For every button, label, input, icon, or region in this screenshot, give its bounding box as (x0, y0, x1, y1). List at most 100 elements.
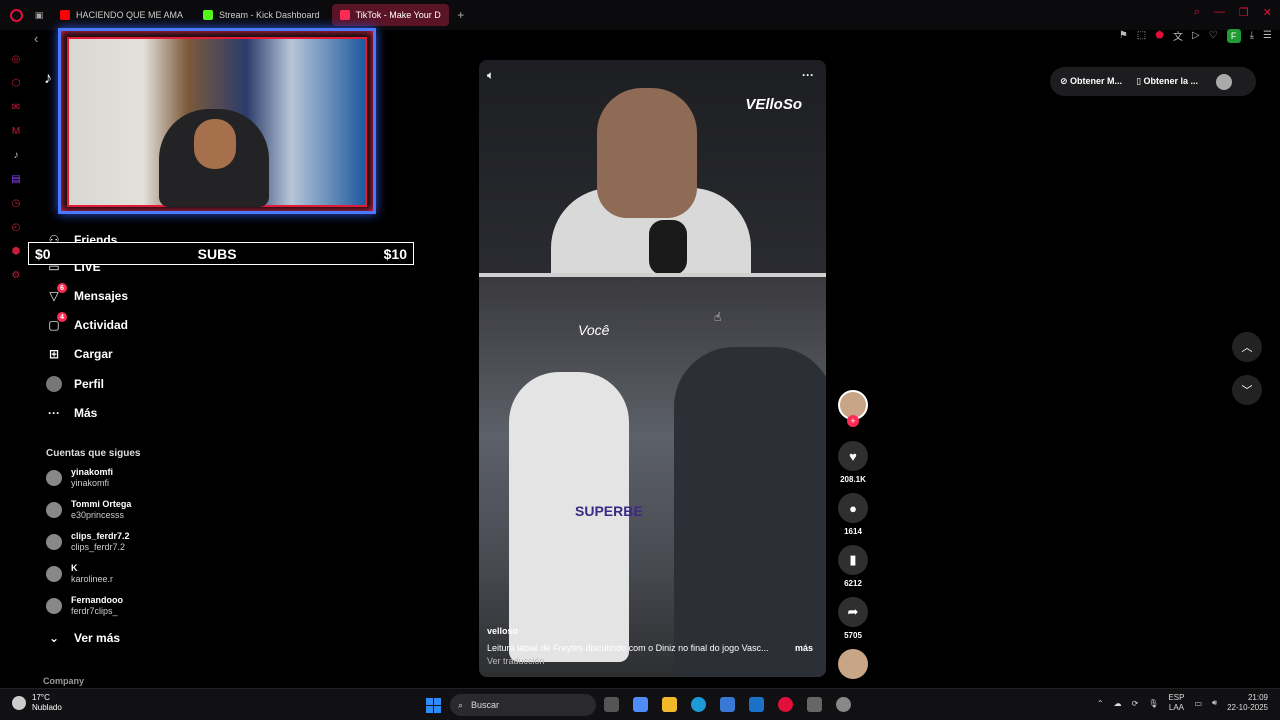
see-more-button[interactable]: ⌄ Ver más (46, 628, 206, 648)
nav-upload[interactable]: ⊞ Cargar (46, 344, 206, 364)
video-author[interactable]: velloso (487, 626, 518, 636)
save-button[interactable]: ▮ 6212 (836, 545, 870, 588)
nav-messages[interactable]: ▽ 6 Mensajes (46, 283, 206, 306)
play-icon[interactable]: ▷ (1192, 30, 1200, 41)
app-icon[interactable] (749, 697, 764, 712)
opera-taskbar-icon[interactable] (778, 697, 793, 712)
get-coins-link[interactable]: ⊘ Obtener M... (1060, 76, 1122, 87)
sound-avatar[interactable] (836, 649, 870, 679)
tab-favicon-icon (60, 10, 70, 20)
taskbar-search[interactable]: ⌕ Buscar (450, 694, 596, 716)
browser-tab[interactable]: TikTok - Make Your D (331, 4, 449, 26)
avatar (46, 534, 62, 550)
like-button[interactable]: ♥ 208.1K (836, 441, 870, 484)
translate-icon[interactable]: 文 (1173, 28, 1183, 43)
follow-plus-icon[interactable]: + (847, 415, 859, 427)
nav-label: Más (74, 406, 98, 420)
tab-list-icon[interactable]: ▣ (32, 8, 46, 22)
app2-icon[interactable] (807, 697, 822, 712)
previous-video-button[interactable]: ︿ (1232, 332, 1262, 362)
nav-label: Cargar (74, 347, 113, 361)
window-controls: ⌕ — ❐ ✕ (1194, 6, 1272, 19)
weather-widget[interactable]: 17°C Nublado (12, 693, 62, 713)
company-link[interactable]: Company (43, 676, 84, 686)
following-account[interactable]: Tommi Ortega e30princesss (46, 498, 131, 522)
tiktok-logo[interactable]: ♪ (44, 70, 52, 88)
app3-icon[interactable] (836, 697, 851, 712)
twitch-icon[interactable]: ▤ (9, 172, 23, 186)
clock-icon[interactable]: ◴ (9, 220, 23, 234)
subs-goal-bar: $0 SUBS $10 (28, 242, 414, 265)
minimize-icon[interactable]: — (1214, 6, 1225, 19)
display-icon[interactable]: ▭ (1194, 699, 1202, 708)
creator-avatar[interactable]: + (836, 390, 870, 427)
following-account[interactable]: yinakomfi yinakomfi (46, 466, 113, 490)
share-button[interactable]: ➦ 5705 (836, 597, 870, 640)
onedrive-icon[interactable]: ☁ (1114, 699, 1122, 708)
download-icon[interactable]: ⤓ (1250, 30, 1254, 41)
lang-code: ESP (1168, 693, 1185, 702)
file-explorer-icon[interactable] (662, 697, 677, 712)
tiktok-sidebar-icon[interactable]: ♪ (9, 148, 23, 162)
description-more-link[interactable]: más (795, 643, 813, 653)
video-top-panel: VElloSo (479, 60, 826, 278)
nav-activity[interactable]: ▢ 4 Actividad (46, 312, 206, 335)
chevron-up-icon[interactable]: ⌃ (1097, 699, 1104, 708)
jersey-sponsor: SUPERBE (575, 503, 643, 519)
search-tabs-icon[interactable]: ⌕ (1194, 6, 1200, 19)
video-description: Leitura labial de Freytes discutindo com… (487, 643, 769, 653)
volume-icon[interactable]: 🔊︎ (1212, 698, 1217, 708)
following-header: Cuentas que sigues (46, 448, 141, 459)
pill-label: Obtener M... (1070, 76, 1123, 86)
weather-condition: Nublado (32, 703, 62, 712)
following-account[interactable]: Kkarolinee.r (46, 562, 113, 586)
clock[interactable]: 21:09 22-10-2025 (1227, 693, 1268, 713)
edge-icon[interactable] (691, 697, 706, 712)
shield-icon[interactable]: ⬟ (1155, 30, 1164, 41)
workspaces-icon[interactable]: ⬡ (9, 76, 23, 90)
aria-icon[interactable]: ◎ (9, 52, 23, 66)
menu-icon[interactable]: ☰ (1263, 30, 1272, 41)
restore-icon[interactable]: ❐ (1239, 6, 1249, 19)
history-icon[interactable]: ◷ (9, 196, 23, 210)
browser-tab[interactable]: HACIENDO QUE ME AMA (52, 4, 191, 26)
mic-icon[interactable]: 🎙︎ (1148, 699, 1158, 708)
copilot-icon[interactable] (633, 697, 648, 712)
subs-label: SUBS (197, 245, 237, 262)
close-icon[interactable]: ✕ (1263, 6, 1272, 19)
user-avatar[interactable] (1216, 73, 1233, 90)
store-icon[interactable] (720, 697, 735, 712)
gmail-icon[interactable]: M (9, 124, 23, 138)
task-view-icon[interactable] (604, 697, 619, 712)
get-app-link[interactable]: ▯ Obtener la ... (1136, 76, 1198, 87)
nav-more[interactable]: ··· Más (46, 403, 206, 423)
language-indicator[interactable]: ESP LAA (1168, 693, 1184, 713)
new-tab-button[interactable]: + (453, 8, 469, 22)
following-account[interactable]: clips_ferdr7.2 clips_ferdr7.2 (46, 530, 130, 554)
back-button[interactable]: ‹ (34, 31, 38, 46)
search-icon: ⌕ (458, 699, 464, 710)
avatar (46, 566, 62, 582)
heart-icon[interactable]: ♡ (1209, 30, 1218, 41)
messenger-icon[interactable]: ✉ (9, 100, 23, 114)
pin-icon[interactable]: ⚑ (1119, 30, 1128, 41)
translate-link[interactable]: Ver traducción (487, 656, 545, 666)
following-account[interactable]: Fernandooo ferdr7clips_ (46, 594, 123, 618)
next-video-button[interactable]: ﹀ (1232, 375, 1262, 405)
extension-badge[interactable]: F (1226, 28, 1241, 43)
bookmark-icon: ▮ (838, 545, 868, 575)
comment-button[interactable]: ● 1614 (836, 493, 870, 536)
chevron-up-icon: ︿ (1241, 342, 1253, 354)
start-button[interactable] (426, 698, 441, 713)
volume-icon[interactable]: 🔈︎ (487, 68, 494, 83)
opera-logo[interactable] (0, 0, 32, 30)
nav-profile[interactable]: Perfil (46, 374, 206, 394)
video-player[interactable]: VElloSo 🔈︎ ··· SUPERBE Você velloso Leit… (479, 60, 826, 677)
sync-icon[interactable]: ⟳ (1132, 699, 1139, 708)
webcam-overlay (58, 28, 376, 214)
extensions-icon[interactable]: ⬢ (9, 244, 23, 258)
snapshot-icon[interactable]: ⬚ (1137, 30, 1146, 41)
video-more-icon[interactable]: ··· (802, 68, 814, 82)
settings-icon[interactable]: ⚙ (9, 268, 23, 282)
browser-tab[interactable]: Stream - Kick Dashboard (195, 4, 328, 26)
